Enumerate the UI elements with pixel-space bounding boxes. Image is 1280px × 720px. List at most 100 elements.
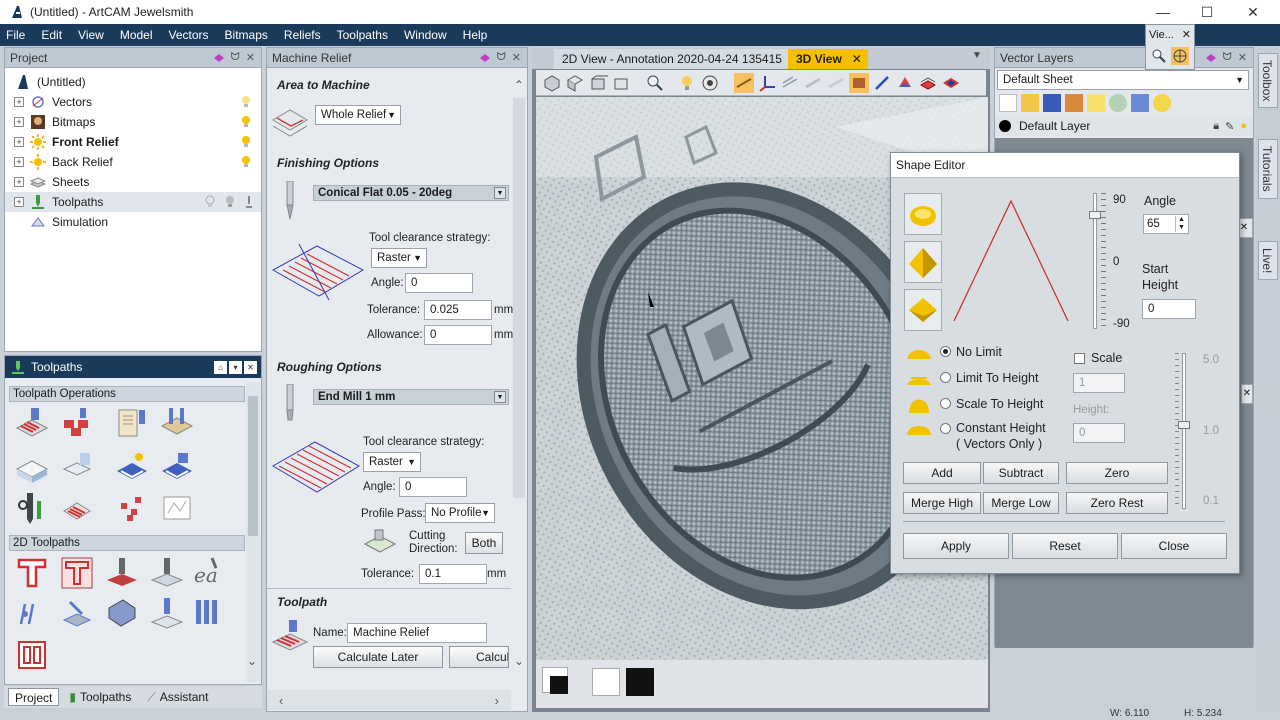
maximize-button[interactable]: ☐ (1184, 0, 1230, 24)
expand-icon[interactable]: + (14, 157, 24, 167)
visibility-bulb-icon[interactable]: ● (1240, 120, 1247, 133)
close-panel-icon[interactable]: ✕ (1241, 384, 1253, 404)
globe-icon[interactable] (1171, 47, 1189, 65)
scroll-left-icon[interactable]: ‹ (279, 693, 283, 708)
roughing-block-icon[interactable] (15, 451, 49, 485)
machine-feature-icon[interactable] (60, 406, 94, 440)
menu-edit[interactable]: Edit (33, 24, 70, 46)
scroll-right-icon[interactable]: › (495, 693, 499, 708)
merge-layer-icon[interactable] (1109, 94, 1127, 112)
render-mode-icon[interactable] (849, 72, 869, 93)
wall-panel-icon[interactable] (15, 638, 49, 672)
pin-colour-icon[interactable] (1205, 53, 1217, 63)
scale-input[interactable]: 1 (1073, 373, 1125, 393)
area-to-machine-dropdown[interactable]: Whole Relief ▼ (315, 105, 401, 125)
sheet-icon[interactable] (941, 73, 961, 93)
tab-dropdown-icon[interactable]: ▼ (972, 50, 982, 61)
white-swatch[interactable] (592, 668, 620, 696)
angle-slider-thumb[interactable] (1089, 210, 1101, 219)
dropdown-icon[interactable]: ▾ (229, 360, 242, 374)
minimize-button[interactable]: — (1140, 0, 1186, 24)
menu-file[interactable]: File (0, 24, 33, 46)
lock-icon[interactable]: 🔒︎ (1213, 120, 1219, 133)
menu-window[interactable]: Window (396, 24, 455, 46)
chevron-down-icon[interactable]: ▼ (494, 187, 506, 199)
lighting-icon[interactable] (677, 73, 697, 93)
z-level-roughing-icon[interactable] (115, 451, 149, 485)
import-layer-icon[interactable] (1065, 94, 1083, 112)
expand-icon[interactable]: + (14, 97, 24, 107)
tree-item-simulation[interactable]: Simulation (5, 212, 261, 232)
transparency-icon[interactable] (872, 73, 892, 93)
tree-item-toolpaths[interactable]: + Toolpaths (5, 192, 261, 212)
close-panel-icon[interactable]: ✕ (244, 360, 257, 374)
reset-button[interactable]: Reset (1012, 533, 1118, 559)
merge-high-button[interactable]: Merge High (903, 492, 981, 514)
draw-toolpaths-icon[interactable] (734, 72, 754, 93)
pin-colour-icon[interactable] (479, 53, 491, 63)
menu-toolpaths[interactable]: Toolpaths (329, 24, 396, 46)
visibility-bulb-icon[interactable] (241, 155, 251, 169)
menu-reliefs[interactable]: Reliefs (276, 24, 329, 46)
expand-icon[interactable]: + (14, 177, 24, 187)
view-top-icon[interactable] (565, 73, 585, 93)
bulb-icon[interactable] (1087, 94, 1105, 112)
merge-low-button[interactable]: Merge Low (983, 492, 1059, 514)
tree-item-vectors[interactable]: + Vectors (5, 92, 261, 112)
simulate-icon[interactable] (160, 491, 194, 525)
close-panel-icon[interactable]: ✕ (1238, 51, 1247, 64)
view-iso-icon[interactable] (542, 73, 562, 93)
tab-project[interactable]: Project (8, 688, 60, 706)
calculate-now-button[interactable]: Calcula (449, 646, 509, 668)
angular-profile-button[interactable] (904, 241, 942, 283)
axes-icon[interactable] (757, 73, 777, 93)
plane-profile-button[interactable] (904, 289, 942, 331)
drilling-2d-icon[interactable] (105, 556, 139, 590)
visibility-bulb-icon[interactable] (225, 195, 235, 209)
menu-model[interactable]: Model (112, 24, 161, 46)
move-layer-icon[interactable] (1131, 94, 1149, 112)
machine-bitmap-icon[interactable] (115, 406, 149, 440)
view-right-icon[interactable] (611, 73, 631, 93)
angle-spin-input[interactable]: 65 ▲ ▼ (1143, 214, 1189, 234)
zoom-icon[interactable] (1150, 47, 1168, 65)
inlay-icon[interactable] (60, 596, 94, 630)
colour-icon[interactable] (895, 73, 915, 93)
tree-item-front-relief[interactable]: + Front Relief (5, 132, 261, 152)
open-layer-icon[interactable] (1021, 94, 1039, 112)
scroll-up-icon[interactable]: ⌃ (511, 78, 527, 92)
profile-relief-icon[interactable] (60, 491, 94, 525)
roughing-angle-input[interactable]: 0 (399, 477, 467, 497)
tab-2d-view[interactable]: 2D View - Annotation 2020-04-24 135415 (554, 49, 790, 69)
zero-button[interactable]: Zero (1066, 462, 1168, 484)
black-swatch[interactable] (626, 668, 654, 696)
apply-button[interactable]: Apply (903, 533, 1009, 559)
feature-machining-icon[interactable] (150, 596, 184, 630)
tree-item-bitmaps[interactable]: + Bitmaps (5, 112, 261, 132)
close-panel-icon[interactable]: ✕ (1182, 25, 1194, 45)
cutting-direction-button[interactable]: Both (465, 532, 503, 554)
visibility-bulb-icon[interactable] (241, 135, 251, 149)
subtract-button[interactable]: Subtract (983, 462, 1059, 484)
roughing-tool-selector[interactable]: End Mill 1 mm ▼ (313, 389, 509, 405)
tree-item-sheets[interactable]: + Sheets (5, 172, 261, 192)
close-tab-icon[interactable]: ✕ (852, 49, 862, 69)
close-panel-icon[interactable]: ✕ (246, 51, 255, 64)
chevron-down-icon[interactable]: ▼ (494, 391, 506, 403)
new-layer-icon[interactable] (999, 94, 1017, 112)
expand-icon[interactable]: + (14, 197, 24, 207)
3d-block-icon[interactable] (60, 451, 94, 485)
close-window-button[interactable]: ✕ (1230, 0, 1276, 24)
tree-item-back-relief[interactable]: + Back Relief (5, 152, 261, 172)
tab-live[interactable]: Live! (1258, 241, 1278, 281)
v-bit-carving-icon[interactable] (150, 556, 184, 590)
menu-vectors[interactable]: Vectors (161, 24, 217, 46)
profile-text-icon[interactable] (15, 556, 49, 590)
menu-view[interactable]: View (70, 24, 112, 46)
profile-pass-dropdown[interactable]: No Profile ▼ (425, 503, 495, 523)
constant-height-radio[interactable] (940, 423, 951, 434)
scrollbar-thumb[interactable] (248, 396, 258, 536)
area-clearance-icon[interactable] (60, 556, 94, 590)
tab-toolbox[interactable]: Toolbox (1258, 53, 1278, 109)
all-bulbs-icon[interactable] (1153, 94, 1171, 112)
